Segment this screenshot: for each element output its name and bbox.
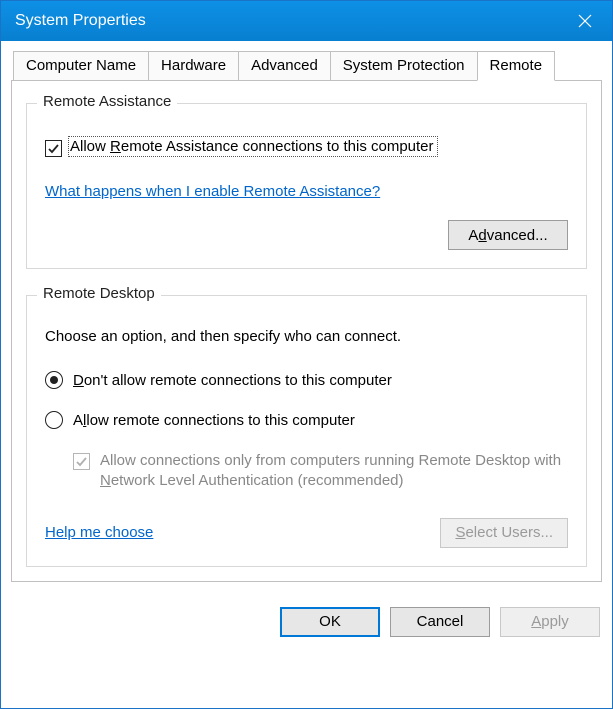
dialog-button-row: OK Cancel Apply xyxy=(1,592,612,651)
remote-desktop-intro: Choose an option, and then specify who c… xyxy=(45,328,568,345)
remote-assistance-help-link[interactable]: What happens when I enable Remote Assist… xyxy=(45,183,380,200)
radio-dont-allow-label: Don't allow remote connections to this c… xyxy=(73,372,392,389)
radio-allow[interactable] xyxy=(45,411,63,429)
close-button[interactable] xyxy=(557,1,612,41)
group-remote-assistance: Remote Assistance Allow Remote Assistanc… xyxy=(26,103,587,269)
allow-remote-assistance-row[interactable]: Allow Remote Assistance connections to t… xyxy=(45,138,568,157)
radio-allow-row[interactable]: Allow remote connections to this compute… xyxy=(45,411,568,429)
select-users-button: Select Users... xyxy=(440,518,568,548)
window-title: System Properties xyxy=(15,12,557,30)
tab-advanced[interactable]: Advanced xyxy=(238,51,331,80)
radio-dont-allow[interactable] xyxy=(45,371,63,389)
group-remote-desktop: Remote Desktop Choose an option, and the… xyxy=(26,295,587,567)
close-icon xyxy=(578,14,592,28)
allow-remote-assistance-label: Allow Remote Assistance connections to t… xyxy=(70,138,436,155)
radio-allow-label: Allow remote connections to this compute… xyxy=(73,412,355,429)
help-me-choose-link[interactable]: Help me choose xyxy=(45,524,153,541)
tab-computer-name[interactable]: Computer Name xyxy=(13,51,149,80)
tab-system-protection[interactable]: System Protection xyxy=(330,51,478,80)
tab-hardware[interactable]: Hardware xyxy=(148,51,239,80)
legend-remote-desktop: Remote Desktop xyxy=(37,285,161,302)
checkmark-icon xyxy=(75,455,88,468)
ok-button[interactable]: OK xyxy=(280,607,380,637)
tab-content-remote: Remote Assistance Allow Remote Assistanc… xyxy=(11,81,602,582)
nla-checkbox-row: Allow connections only from computers ru… xyxy=(73,451,568,492)
allow-remote-assistance-checkbox[interactable] xyxy=(45,140,62,157)
tab-bar: Computer Name Hardware Advanced System P… xyxy=(11,51,602,81)
radio-dot-icon xyxy=(50,376,58,384)
title-bar: System Properties xyxy=(1,1,612,41)
cancel-button[interactable]: Cancel xyxy=(390,607,490,637)
dialog-body: Computer Name Hardware Advanced System P… xyxy=(1,41,612,592)
nla-checkbox-label: Allow connections only from computers ru… xyxy=(100,451,568,492)
nla-checkbox xyxy=(73,453,90,470)
tab-remote[interactable]: Remote xyxy=(477,51,556,81)
advanced-button[interactable]: Advanced... xyxy=(448,220,568,250)
checkmark-icon xyxy=(47,142,60,155)
radio-dont-allow-row[interactable]: Don't allow remote connections to this c… xyxy=(45,371,568,389)
apply-button: Apply xyxy=(500,607,600,637)
legend-remote-assistance: Remote Assistance xyxy=(37,93,177,110)
